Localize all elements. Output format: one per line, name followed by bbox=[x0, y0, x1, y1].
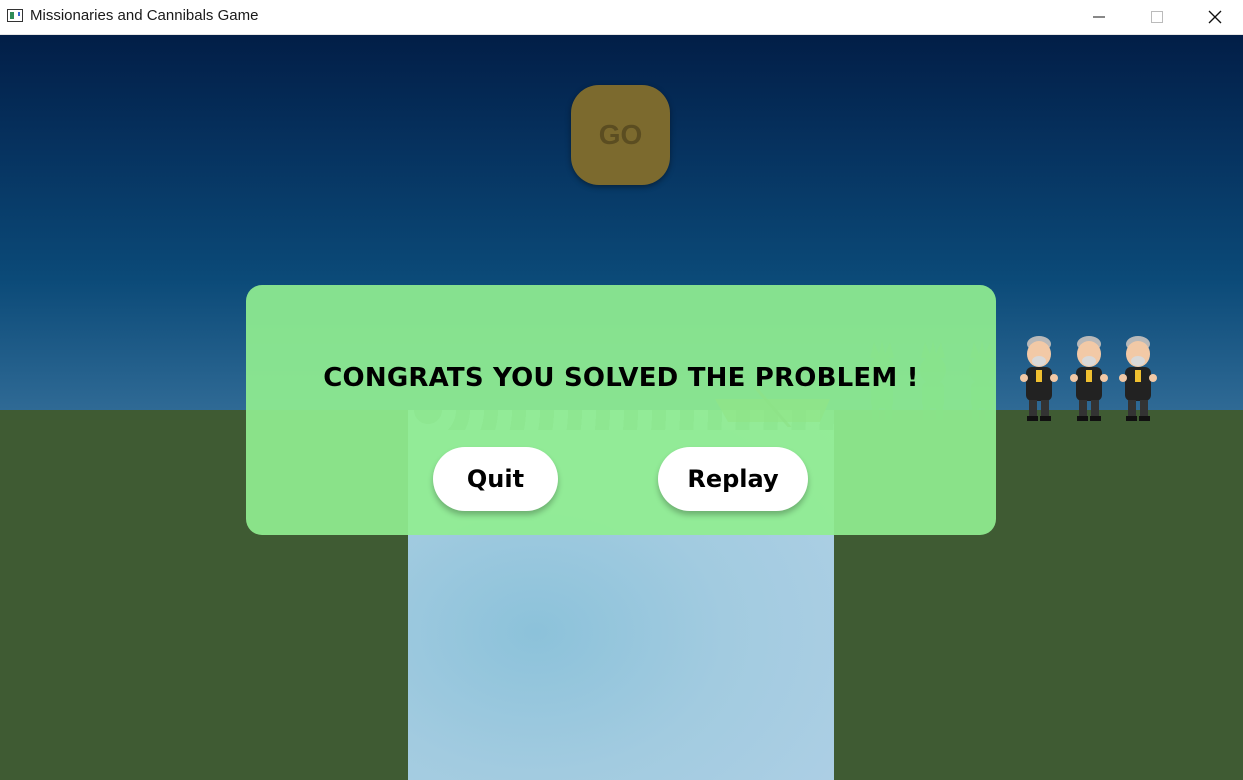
missionary-1 bbox=[1020, 336, 1058, 421]
quit-button[interactable]: Quit bbox=[433, 447, 558, 511]
window-title: Missionaries and Cannibals Game bbox=[30, 7, 259, 24]
go-button-label: GO bbox=[598, 119, 643, 150]
minimize-icon bbox=[1093, 16, 1105, 18]
missionary-2 bbox=[1070, 336, 1108, 421]
close-button[interactable] bbox=[1186, 0, 1243, 34]
maximize-button[interactable] bbox=[1128, 0, 1186, 34]
maximize-icon bbox=[1151, 11, 1163, 23]
missionary-3 bbox=[1119, 336, 1157, 421]
success-dialog: CONGRATS YOU SOLVED THE PROBLEM ! Quit R… bbox=[246, 285, 996, 535]
game-scene: GO CONGRATS YOU SOLVED THE PROBLEM ! Qui… bbox=[0, 35, 1243, 780]
success-message: CONGRATS YOU SOLVED THE PROBLEM ! bbox=[323, 363, 919, 393]
replay-button[interactable]: Replay bbox=[658, 447, 808, 511]
app-icon bbox=[7, 9, 23, 22]
minimize-button[interactable] bbox=[1070, 0, 1128, 34]
go-button[interactable]: GO bbox=[571, 85, 670, 185]
close-icon bbox=[1208, 10, 1222, 24]
title-bar: Missionaries and Cannibals Game bbox=[0, 0, 1243, 35]
